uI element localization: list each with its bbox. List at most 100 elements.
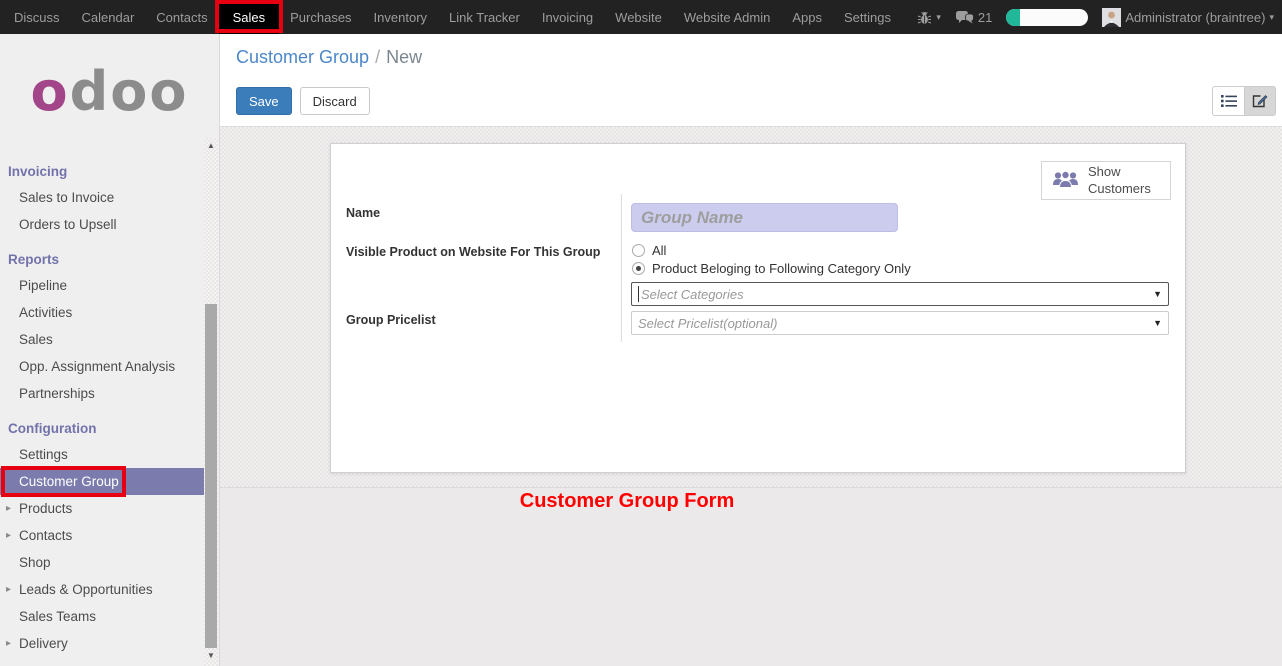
sidebar-section-invoicing: Invoicing — [0, 160, 204, 184]
topbar-progress-widget[interactable] — [1006, 9, 1088, 26]
message-count-badge: 21 — [978, 10, 992, 25]
top-menu-website[interactable]: Website — [604, 0, 673, 34]
sidebar-menu: Invoicing Sales to Invoice Orders to Ups… — [0, 160, 204, 657]
expand-arrow-icon: ▸ — [6, 495, 11, 522]
radio-button-icon[interactable] — [632, 244, 645, 257]
top-menu-label: Website — [615, 10, 662, 25]
messages-menu[interactable]: 21 — [955, 10, 992, 25]
topbar-right-tools: ▾ 21 — [917, 0, 1282, 34]
select-pricelist-dropdown[interactable]: Select Pricelist(optional) ▼ — [631, 311, 1169, 335]
top-menu-inventory[interactable]: Inventory — [363, 0, 438, 34]
top-menu-purchases[interactable]: Purchases — [279, 0, 362, 34]
sidebar-item-sales-report[interactable]: Sales — [0, 326, 204, 353]
sidebar-item-opp-assignment-analysis[interactable]: Opp. Assignment Analysis — [0, 353, 204, 380]
top-menu-link-tracker[interactable]: Link Tracker — [438, 0, 531, 34]
sidebar-item-settings[interactable]: Settings — [0, 441, 204, 468]
scroll-up-arrow-icon[interactable]: ▲ — [204, 140, 218, 152]
top-menu-invoicing[interactable]: Invoicing — [531, 0, 604, 34]
breadcrumb: Customer Group/New — [236, 47, 422, 68]
show-customers-button[interactable]: Show Customers — [1041, 161, 1171, 200]
customer-group-form-annotation: Customer Group Form — [520, 490, 734, 513]
sidebar-item-label: Activities — [19, 305, 72, 320]
sidebar-item-customer-group[interactable]: Customer Group — [0, 468, 204, 495]
form-column-divider — [621, 194, 622, 342]
form-view-button[interactable] — [1244, 86, 1276, 116]
sidebar-item-sales-teams[interactable]: Sales Teams — [0, 603, 204, 630]
form-view-background: Show Customers Name Visible Product on W… — [220, 127, 1282, 487]
visible-product-field-label: Visible Product on Website For This Grou… — [346, 245, 600, 259]
main-content: Customer Group/New Save Discard — [220, 34, 1282, 666]
debug-menu[interactable]: ▾ — [917, 10, 941, 25]
edit-icon — [1252, 93, 1268, 109]
customers-people-icon — [1052, 170, 1079, 191]
user-avatar — [1102, 8, 1121, 27]
top-menu-label: Link Tracker — [449, 10, 520, 25]
scroll-down-arrow-icon[interactable]: ▼ — [204, 650, 218, 662]
top-menu-label: Contacts — [156, 10, 207, 25]
radio-option-category-only[interactable]: Product Beloging to Following Category O… — [632, 261, 911, 276]
top-menu-label: Inventory — [374, 10, 427, 25]
sidebar-scrollbar[interactable]: ▲ ▼ — [204, 138, 218, 666]
odoo-logo-text: odoo — [31, 65, 189, 119]
bug-icon — [917, 10, 932, 25]
list-view-button[interactable] — [1212, 86, 1244, 116]
select-categories-dropdown[interactable]: Select Categories ▼ — [631, 282, 1169, 306]
group-pricelist-field-label: Group Pricelist — [346, 313, 436, 327]
top-menu-label: Apps — [792, 10, 822, 25]
sidebar-item-label: Opp. Assignment Analysis — [19, 359, 175, 374]
sidebar-item-label: Contacts — [19, 528, 72, 543]
sidebar-item-partnerships[interactable]: Partnerships — [0, 380, 204, 407]
sidebar-item-activities[interactable]: Activities — [0, 299, 204, 326]
radio-button-selected-icon[interactable] — [632, 262, 645, 275]
show-customers-label: Show Customers — [1088, 164, 1158, 197]
sidebar-item-label: Partnerships — [19, 386, 95, 401]
sidebar-item-orders-to-upsell[interactable]: Orders to Upsell — [0, 211, 204, 238]
sidebar-item-shop[interactable]: Shop — [0, 549, 204, 576]
sidebar-item-label: Shop — [19, 555, 51, 570]
sidebar-item-label: Sales — [19, 332, 53, 347]
top-menu-settings[interactable]: Settings — [833, 0, 902, 34]
form-sheet: Show Customers Name Visible Product on W… — [330, 143, 1186, 473]
radio-option-all[interactable]: All — [632, 243, 666, 258]
odoo-logo: odoo — [0, 34, 219, 150]
sidebar-item-label: Customer Group — [19, 474, 119, 489]
top-menu-calendar[interactable]: Calendar — [71, 0, 146, 34]
top-menu-discuss[interactable]: Discuss — [3, 0, 71, 34]
top-menu-label: Sales — [233, 10, 266, 25]
view-switcher — [1212, 86, 1276, 116]
sidebar-item-delivery[interactable]: ▸ Delivery — [0, 630, 204, 657]
top-menu-contacts[interactable]: Contacts — [145, 0, 218, 34]
list-icon — [1221, 94, 1237, 108]
save-button[interactable]: Save — [236, 87, 292, 115]
discard-button[interactable]: Discard — [300, 87, 370, 115]
sidebar-item-pipeline[interactable]: Pipeline — [0, 272, 204, 299]
expand-arrow-icon: ▸ — [6, 630, 11, 657]
sidebar-item-label: Settings — [19, 447, 68, 462]
text-cursor — [638, 286, 639, 302]
odoo-app-window: Discuss Calendar Contacts Sales Purchase… — [0, 0, 1282, 666]
chevron-down-icon: ▾ — [936, 12, 941, 23]
radio-option-label: All — [652, 243, 666, 258]
breadcrumb-parent-link[interactable]: Customer Group — [236, 47, 369, 67]
sidebar-item-label: Pipeline — [19, 278, 67, 293]
sidebar-item-label: Delivery — [19, 636, 68, 651]
expand-arrow-icon: ▸ — [6, 522, 11, 549]
sidebar-item-label: Products — [19, 501, 72, 516]
logo-letter: o — [31, 60, 70, 123]
sidebar-item-leads-opportunities[interactable]: ▸Leads & Opportunities — [0, 576, 204, 603]
sidebar-item-sales-to-invoice[interactable]: Sales to Invoice — [0, 184, 204, 211]
sidebar-item-products[interactable]: ▸ Products — [0, 495, 204, 522]
sidebar-item-contacts[interactable]: ▸ Contacts — [0, 522, 204, 549]
top-menu-apps[interactable]: Apps — [781, 0, 833, 34]
sidebar: odoo Invoicing Sales to Invoice Orders t… — [0, 34, 220, 666]
radio-option-label: Product Beloging to Following Category O… — [652, 261, 911, 276]
top-menu-website-admin[interactable]: Website Admin — [673, 0, 781, 34]
top-menu-sales-active[interactable]: Sales — [219, 0, 280, 34]
scrollbar-thumb[interactable] — [205, 304, 217, 648]
control-panel: Customer Group/New Save Discard — [220, 34, 1282, 127]
group-name-input[interactable] — [631, 203, 898, 232]
chat-icon — [955, 10, 974, 25]
name-field-label: Name — [346, 206, 380, 220]
user-menu[interactable]: Administrator (braintree) ▾ — [1102, 8, 1274, 27]
progress-fill — [1006, 9, 1020, 26]
